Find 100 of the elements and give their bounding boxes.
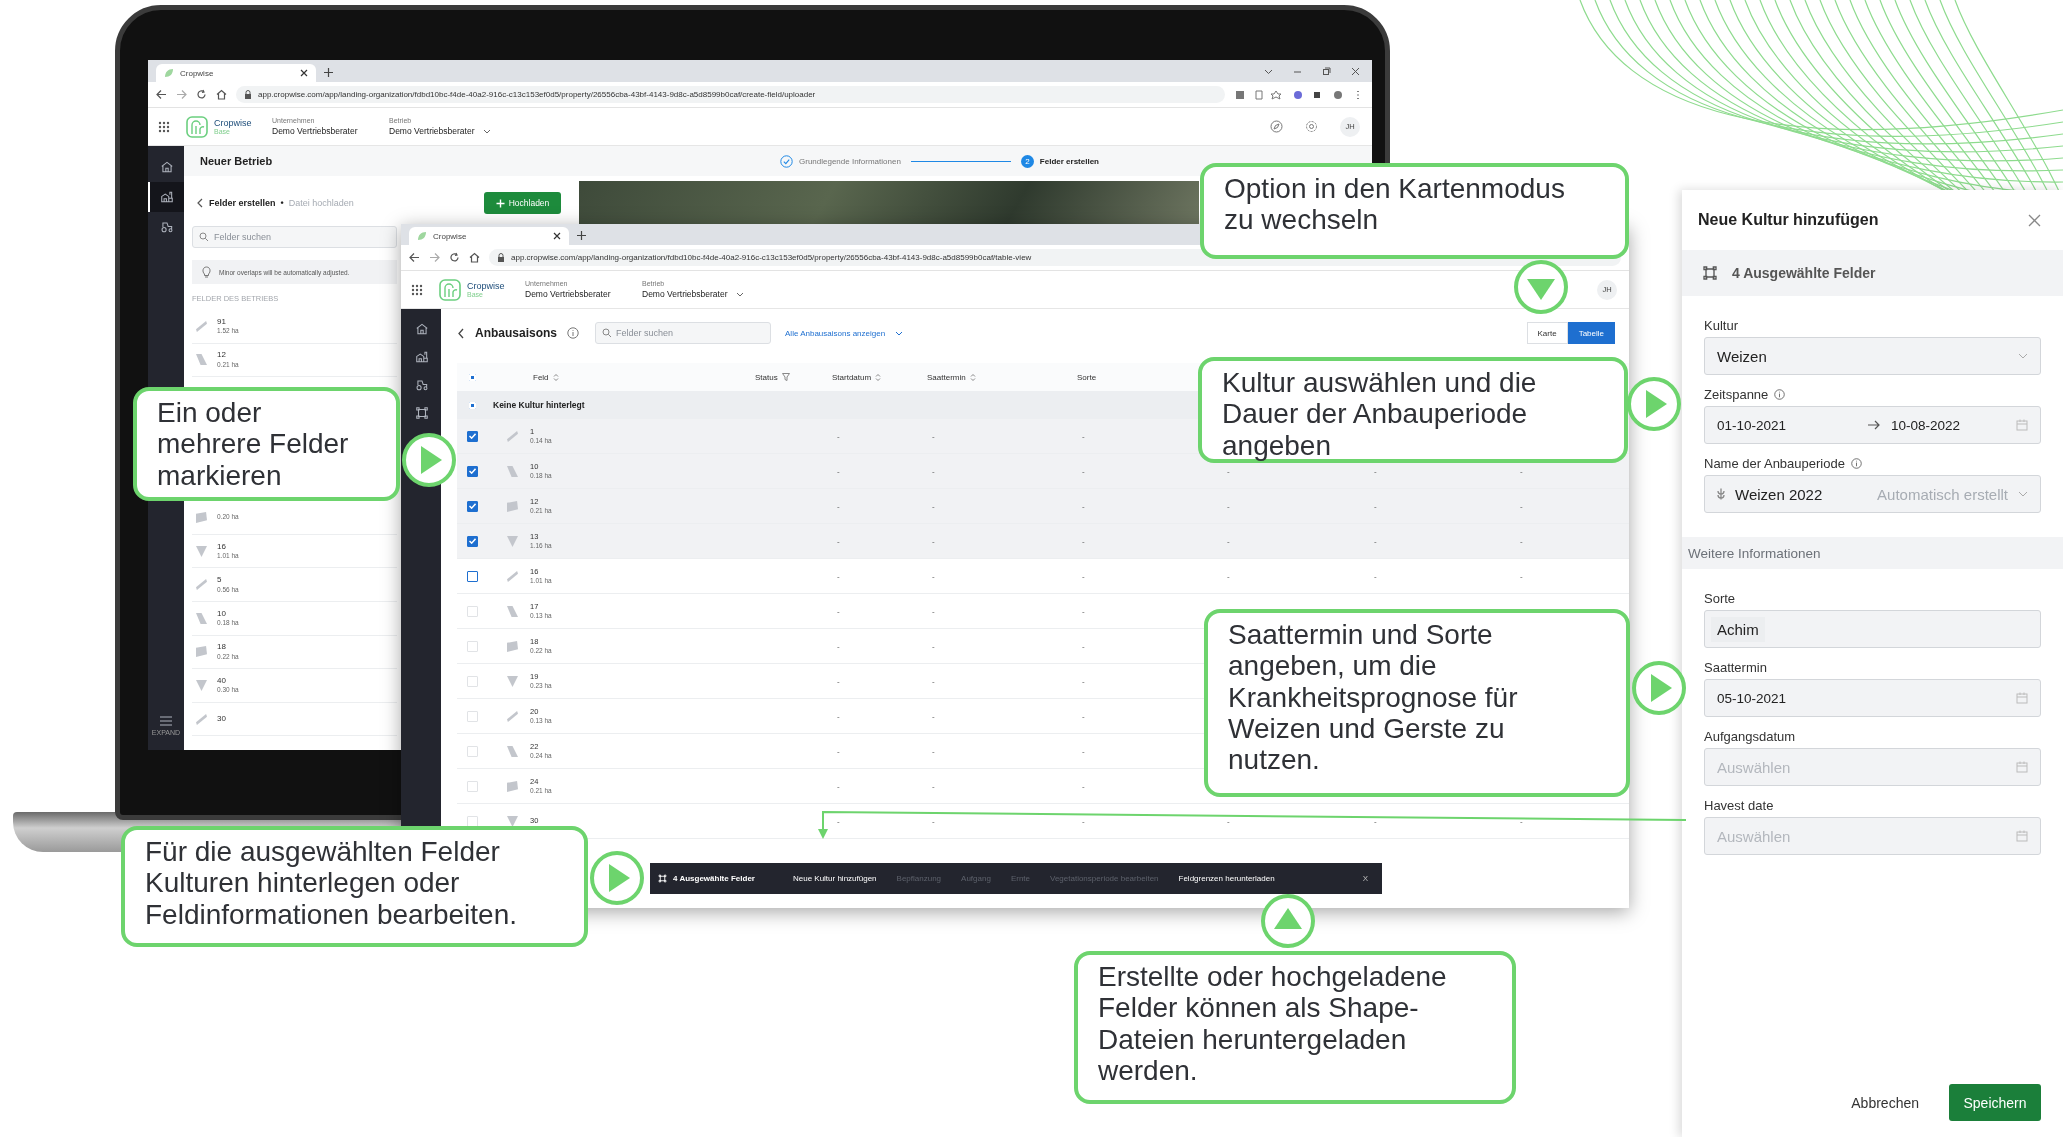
settings-icon[interactable] (1305, 120, 1318, 133)
text-field[interactable]: Achim (1704, 610, 2041, 648)
checkmark-icon (468, 538, 476, 544)
view-toggle-button[interactable]: Karte (1526, 322, 1568, 344)
table-cell-text: - (931, 781, 936, 791)
browser-tab[interactable]: Cropwise (156, 64, 316, 82)
view-toggle-button[interactable]: Tabelle (1567, 322, 1615, 344)
upload-button[interactable]: Hochladen (484, 192, 561, 214)
search-icon (602, 328, 613, 338)
row-checkbox[interactable] (466, 570, 478, 582)
save-button[interactable]: Speichern (1949, 1084, 2041, 1121)
season-name-select[interactable]: Weizen 2022 Automatisch erstellt (1704, 475, 2041, 513)
app-grid-icon[interactable] (158, 120, 170, 133)
table-cell-text: - (1081, 431, 1086, 441)
field-shape-icon (507, 780, 518, 792)
chevron-down-icon[interactable] (895, 329, 904, 337)
back-icon[interactable] (156, 89, 167, 100)
company-name[interactable]: Demo Vertriebsberater (525, 288, 642, 300)
field-list-item[interactable]: 30 (192, 702, 397, 737)
cancel-button[interactable]: Abbrechen (1845, 1093, 1925, 1112)
info-icon[interactable] (567, 327, 580, 339)
reload-icon[interactable] (196, 89, 207, 100)
tractor-icon (160, 220, 174, 234)
row-checkbox[interactable] (466, 535, 478, 547)
search-icon (199, 232, 209, 242)
breadcrumb-separator: • (280, 198, 284, 208)
field-label: Name der Anbauperiode (1704, 456, 1845, 471)
table-cell-text: - (1373, 571, 1378, 581)
sidebar-item[interactable] (148, 182, 184, 212)
close-icon[interactable] (300, 69, 308, 77)
lightbulb-icon (202, 266, 211, 278)
action-button[interactable]: Feldgrenzen herunterladen (1170, 874, 1283, 883)
close-button[interactable]: X (1356, 873, 1374, 884)
field-shape-icon (507, 605, 518, 617)
sort-icon (875, 372, 882, 382)
row-checkbox[interactable] (466, 430, 478, 442)
row-checkbox[interactable] (466, 500, 478, 512)
column-header[interactable]: Sorte (1074, 372, 1097, 382)
table-cell-text: - (1373, 536, 1378, 546)
chevron-down-icon (2018, 352, 2028, 360)
back-chevron-icon[interactable] (196, 198, 204, 208)
column-header[interactable]: Feld (487, 372, 559, 382)
table-cell-text: - (836, 781, 841, 791)
select-all-checkbox[interactable] (468, 373, 476, 381)
action-button[interactable]: Neue Kultur hinzufügen (784, 874, 885, 883)
table-cell-text: - (931, 501, 936, 511)
table-cell-text: - (836, 816, 841, 826)
field-shape-icon (507, 465, 518, 477)
app-grid-icon[interactable] (411, 283, 423, 296)
new-tab-icon[interactable] (324, 68, 333, 77)
group-checkbox[interactable] (468, 401, 476, 409)
calendar-icon (2016, 761, 2028, 773)
info-icon[interactable] (1774, 389, 1786, 400)
table-cell-text: - (1519, 816, 1524, 826)
farm-selector[interactable]: Demo Vertriebsberater (389, 125, 475, 137)
info-icon[interactable] (1850, 458, 1862, 469)
table-cell-text: - (836, 536, 841, 546)
table-cell-text: - (931, 676, 936, 686)
row-checkbox[interactable] (466, 465, 478, 477)
compass-icon[interactable] (1270, 120, 1283, 133)
date-field[interactable]: 05-10-2021 (1704, 679, 2041, 717)
callout-text: Option in den Kartenmodus zu wechseln (1224, 173, 1566, 236)
step-label: Grundlegende Informationen (799, 156, 901, 166)
table-cell-text: - (836, 641, 841, 651)
table-cell-text: - (1519, 501, 1524, 511)
step-number: 2 (1020, 154, 1034, 168)
table-cell-text: - (1519, 571, 1524, 581)
back-chevron-icon[interactable] (457, 327, 465, 339)
table-cell-text: - (1081, 606, 1086, 616)
restore-icon[interactable] (1322, 67, 1331, 76)
close-icon[interactable] (553, 232, 561, 240)
home-icon[interactable] (216, 89, 227, 100)
browser-tab[interactable]: Cropwise (409, 227, 569, 245)
chevron-down-icon[interactable] (1264, 67, 1273, 76)
table-cell-text: - (931, 711, 936, 721)
table-cell-text: - (931, 431, 936, 441)
column-header[interactable]: Startdatum (829, 372, 882, 382)
company-name[interactable]: Demo Vertriebsberater (272, 125, 389, 137)
home-icon[interactable] (469, 252, 480, 263)
season-filter-link[interactable]: Alle Anbausaisons anzeigen (785, 328, 886, 338)
close-icon[interactable] (1351, 67, 1360, 76)
table-cell-text: - (1519, 466, 1524, 476)
crop-select[interactable]: Weizen (1704, 337, 2041, 375)
reload-icon[interactable] (449, 252, 460, 263)
farm-selector[interactable]: Demo Vertriebsberater (642, 288, 728, 300)
back-icon[interactable] (409, 252, 420, 263)
field-shape-icon (196, 354, 207, 366)
field-shape-icon (196, 545, 207, 557)
field-icon (415, 406, 429, 420)
field-shape-icon (196, 320, 207, 332)
callout-text: Für die ausgewählten Felder Kulturen hinterlegen oder Feldinformationen bearbeiten. (145, 836, 518, 931)
address-bar[interactable]: app.cropwise.com/app/landing-organization/fdbd10bc-f4de-40a2-916c-c13c153ef0d5/property/26556cba-43bf-4143-9d8c-a5d8599b0caf/create-field/uploader (236, 86, 1225, 103)
filter-icon (781, 373, 790, 381)
new-tab-icon[interactable] (577, 231, 586, 240)
table-cell-text: - (836, 501, 841, 511)
menu-icon[interactable] (160, 716, 172, 726)
date-range-field[interactable]: 01-10-2021 10-08-2022 (1704, 406, 2041, 444)
column-header[interactable]: Saattermin (924, 372, 976, 382)
brand-name: Cropwise (467, 281, 506, 291)
column-header[interactable]: Status (752, 372, 790, 382)
